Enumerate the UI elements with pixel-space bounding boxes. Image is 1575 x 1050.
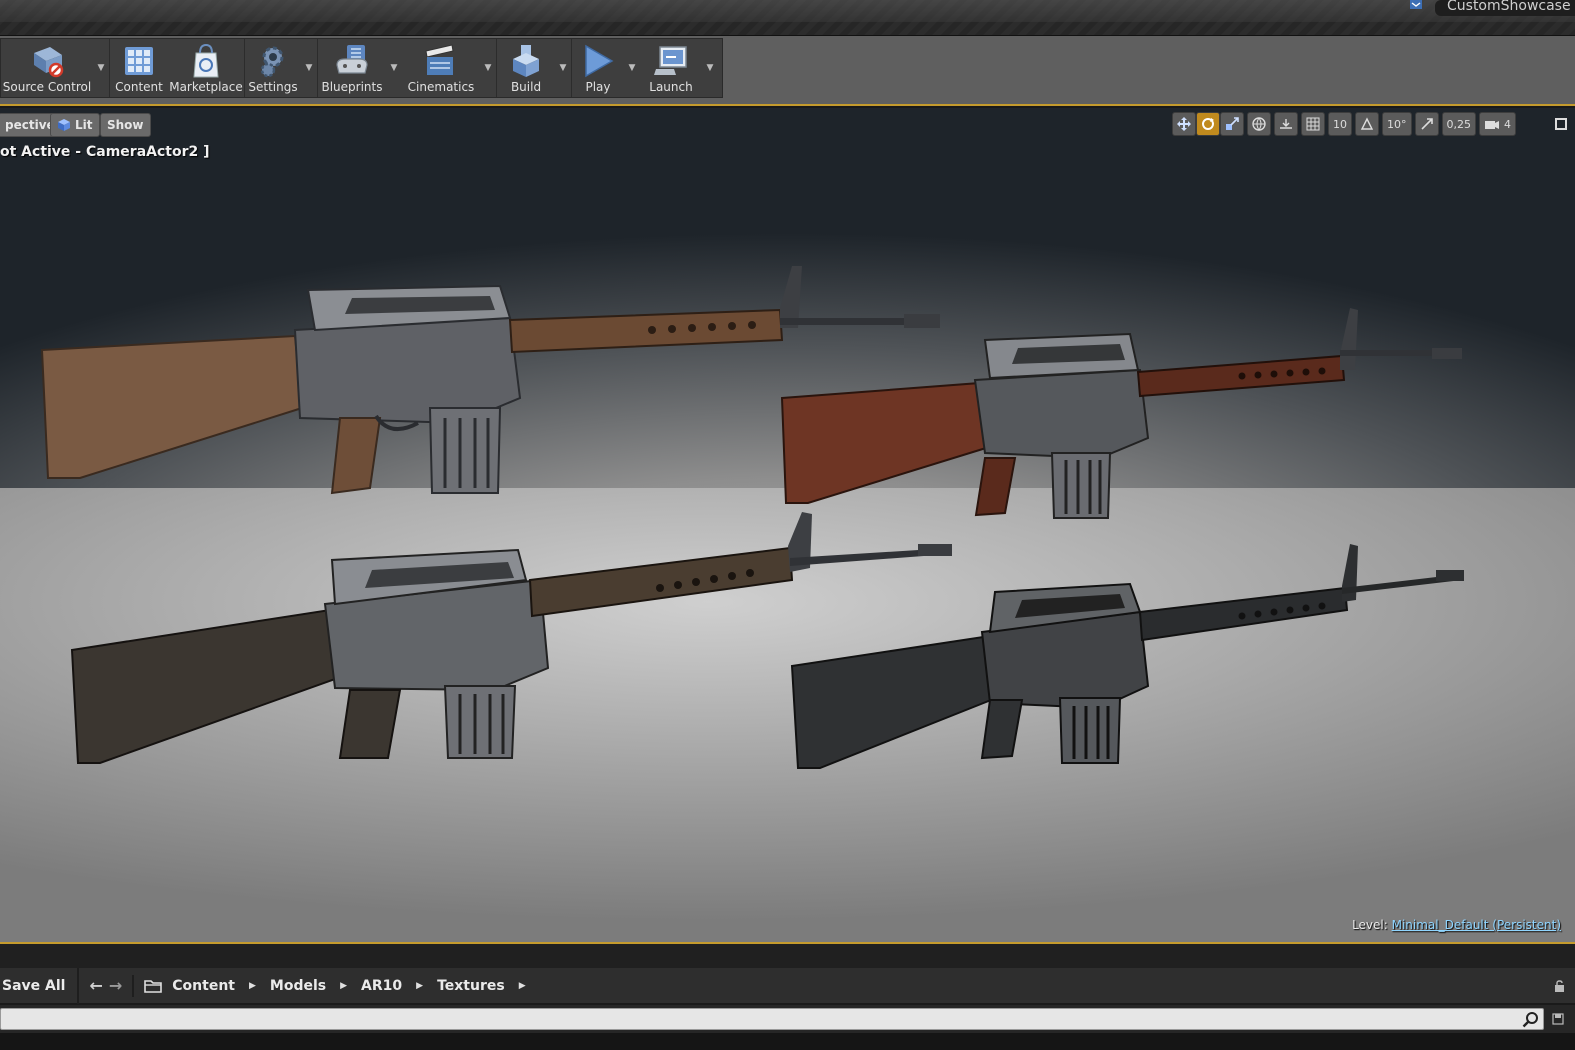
scale-mode-button[interactable]	[1220, 112, 1244, 136]
pilot-camera-label: ot Active - CameraActor2 ]	[0, 144, 210, 160]
surface-snapping-button[interactable]	[1274, 112, 1298, 136]
rotation-snap-button[interactable]	[1355, 112, 1379, 136]
grid-snap-value[interactable]: 10	[1328, 112, 1352, 136]
move-icon	[1177, 117, 1191, 131]
settings-icon	[260, 46, 284, 78]
build-label: Build	[510, 80, 542, 94]
marketplace-button[interactable]: Marketplace	[168, 39, 244, 97]
marketplace-label: Marketplace	[169, 80, 243, 94]
level-name-link[interactable]: Minimal_Default (Persistent)	[1392, 918, 1561, 932]
play-icon	[585, 44, 614, 78]
viewport-scene	[40, 266, 1464, 769]
cinematics-dropdown[interactable]: ▼	[480, 39, 496, 97]
camera-speed-button[interactable]: 4	[1479, 112, 1516, 136]
source-control-icon	[34, 47, 64, 78]
rotation-snap-value[interactable]: 10°	[1382, 112, 1412, 136]
play-label: Play	[585, 80, 611, 94]
scale-arrow-icon	[1420, 118, 1433, 130]
translate-mode-button[interactable]	[1172, 112, 1196, 136]
save-all-button[interactable]: Save All	[0, 967, 80, 1004]
breadcrumb-content[interactable]: Content	[172, 978, 235, 994]
show-button[interactable]: Show	[100, 113, 151, 137]
panel-divider	[0, 944, 1575, 968]
breadcrumb-ar10[interactable]: AR10	[361, 978, 402, 994]
cinematics-icon	[425, 44, 454, 75]
content-search-row	[0, 1005, 1575, 1033]
level-viewport[interactable]: pective Lit Show ot Active - CameraActor…	[0, 108, 1575, 944]
current-level-label: Level: Minimal_Default (Persistent)	[1352, 918, 1561, 932]
grid-snap-button[interactable]	[1301, 112, 1325, 136]
lit-cube-icon	[58, 119, 70, 131]
blueprints-label: Blueprints	[321, 80, 383, 94]
breadcrumb-chevron-icon[interactable]: ▶	[416, 981, 423, 991]
title-bar: CustomShowcase	[0, 0, 1575, 36]
scale-snap-button[interactable]	[1414, 112, 1439, 136]
level-prefix: Level:	[1352, 918, 1388, 932]
blueprints-button[interactable]: Blueprints	[318, 39, 386, 97]
breadcrumb-textures[interactable]: Textures	[437, 978, 505, 994]
content-button[interactable]: Content	[110, 39, 168, 97]
breadcrumb-chevron-icon[interactable]: ▶	[340, 981, 347, 991]
settings-dropdown[interactable]: ▼	[301, 39, 317, 97]
maximize-viewport-icon[interactable]	[1555, 118, 1567, 130]
feedback-icon[interactable]	[1409, 0, 1423, 11]
search-assets-input[interactable]	[0, 1008, 1544, 1030]
angle-icon	[1360, 117, 1374, 130]
play-dropdown[interactable]: ▼	[624, 39, 640, 97]
title-bar-fade	[0, 0, 1575, 22]
blueprints-icon	[336, 45, 368, 74]
viewport-transform-toolbar: 10 10° 0,25 4	[1172, 112, 1516, 136]
surface-snap-icon	[1280, 119, 1292, 129]
bottom-strip	[0, 1033, 1575, 1050]
rifle-red-wood	[780, 308, 1462, 519]
breadcrumb-chevron-icon[interactable]: ▶	[519, 981, 526, 991]
camera-speed-value: 4	[1504, 117, 1511, 131]
rotate-icon	[1202, 118, 1214, 130]
settings-label: Settings	[248, 80, 298, 94]
build-button[interactable]: Build	[497, 39, 555, 97]
grid-icon	[1306, 117, 1320, 131]
launch-dropdown[interactable]: ▼	[702, 39, 718, 97]
settings-button[interactable]: Settings	[245, 39, 301, 97]
save-search-icon[interactable]	[1552, 1013, 1564, 1025]
source-control-label: Source Control	[2, 80, 92, 94]
build-icon	[513, 45, 539, 77]
breadcrumb-models[interactable]: Models	[270, 978, 326, 994]
source-control-dropdown[interactable]: ▼	[93, 39, 109, 97]
marketplace-icon	[193, 43, 219, 78]
content-browser-nav-bar: Save All ← → Content ▶ Models ▶ AR10 ▶ T…	[0, 967, 1575, 1004]
forward-arrow-icon[interactable]: →	[109, 976, 122, 995]
nav-separator	[132, 974, 135, 997]
rifle-black	[790, 544, 1464, 769]
scale-icon	[1226, 117, 1239, 130]
launch-icon	[654, 46, 687, 75]
content-label: Content	[115, 80, 163, 94]
lit-button[interactable]: Lit	[50, 113, 100, 137]
transform-mode-group	[1172, 112, 1244, 136]
blueprints-dropdown[interactable]: ▼	[386, 39, 402, 97]
main-toolbar: Source Control ▼ Content Marketplace Set…	[0, 38, 723, 98]
cinematics-label: Cinematics	[407, 80, 475, 94]
lock-icon[interactable]	[1554, 980, 1565, 992]
camera-icon	[1485, 121, 1499, 129]
cinematics-button[interactable]: Cinematics	[402, 39, 480, 97]
project-tab[interactable]: CustomShowcase	[1435, 0, 1575, 16]
breadcrumb-chevron-icon[interactable]: ▶	[249, 981, 256, 991]
back-arrow-icon[interactable]: ←	[89, 976, 102, 995]
play-button[interactable]: Play	[572, 39, 624, 97]
folder-icon	[144, 979, 163, 993]
world-local-toggle[interactable]	[1247, 112, 1271, 136]
launch-label: Launch	[649, 80, 693, 94]
build-dropdown[interactable]: ▼	[555, 39, 571, 97]
globe-icon	[1252, 117, 1266, 131]
main-toolbar-area: Source Control ▼ Content Marketplace Set…	[0, 36, 1575, 106]
search-icon[interactable]	[1522, 1011, 1540, 1029]
content-icon	[125, 47, 153, 75]
rotate-mode-button[interactable]	[1196, 112, 1220, 136]
lit-label: Lit	[75, 118, 93, 132]
source-control-button[interactable]: Source Control	[1, 39, 93, 97]
scale-snap-value[interactable]: 0,25	[1441, 112, 1476, 136]
launch-button[interactable]: Launch	[640, 39, 702, 97]
